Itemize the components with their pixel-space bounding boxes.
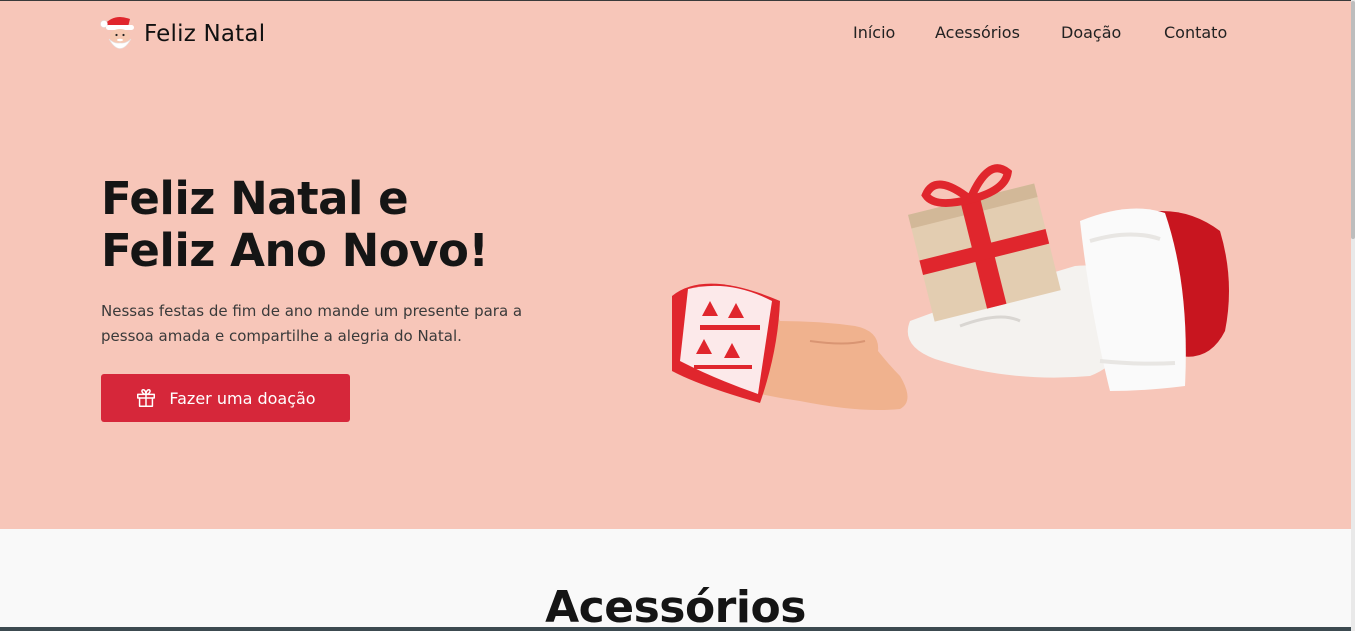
nav-item-acessorios[interactable]: Acessórios bbox=[935, 23, 1020, 42]
scrollbar-thumb[interactable] bbox=[1351, 1, 1355, 239]
hero-section: Feliz Natal Início Acessórios Doação Con… bbox=[0, 0, 1351, 529]
window-bottom-bar bbox=[0, 627, 1351, 631]
accessories-title: Acessórios bbox=[545, 582, 806, 631]
nav-item-contato[interactable]: Contato bbox=[1164, 23, 1227, 42]
hands-giving-gift-illustration bbox=[660, 151, 1240, 431]
donate-button-label: Fazer uma doação bbox=[169, 388, 316, 408]
gift-icon bbox=[137, 389, 156, 407]
page: Feliz Natal Início Acessórios Doação Con… bbox=[0, 0, 1355, 631]
donate-button[interactable]: Fazer uma doação bbox=[101, 374, 350, 422]
nav-item-inicio[interactable]: Início bbox=[853, 23, 895, 42]
santa-icon bbox=[100, 13, 138, 55]
nav-item-doacao[interactable]: Doação bbox=[1061, 23, 1121, 42]
brand-logo[interactable]: Feliz Natal bbox=[100, 13, 265, 55]
hero-title-line-2: Feliz Ano Novo! bbox=[101, 224, 489, 277]
hero-title: Feliz Natal e Feliz Ano Novo! bbox=[101, 172, 489, 277]
brand-name: Feliz Natal bbox=[144, 21, 266, 47]
hero-description: Nessas festas de fim de ano mande um pre… bbox=[101, 302, 523, 345]
hero-title-line-1: Feliz Natal e bbox=[101, 172, 409, 225]
